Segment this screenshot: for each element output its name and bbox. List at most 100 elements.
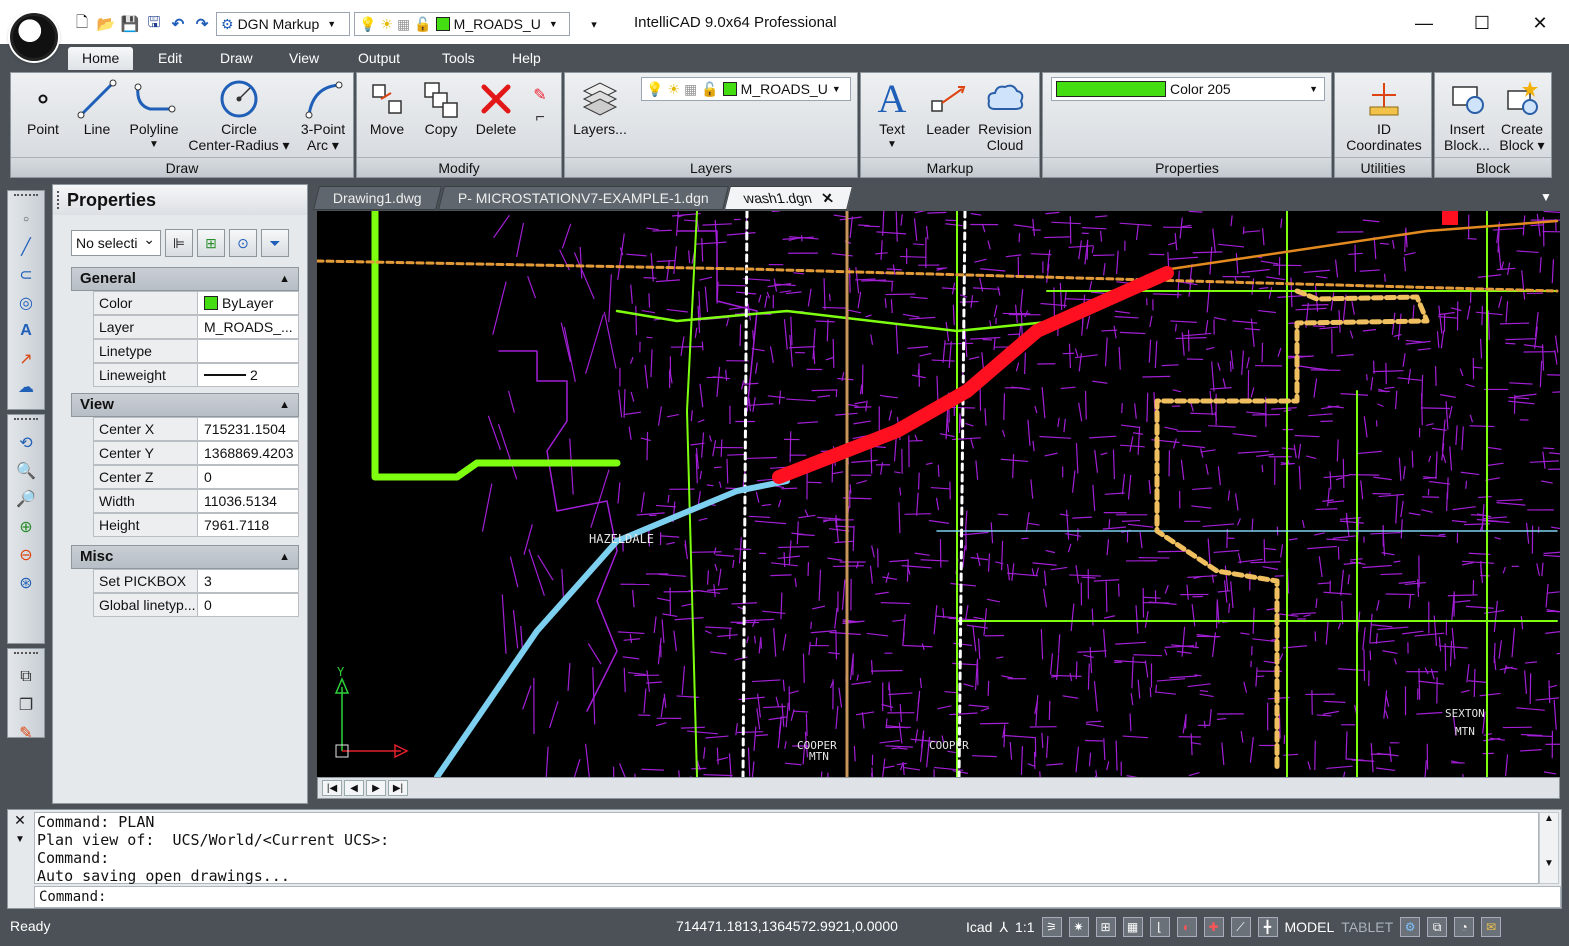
mail-icon[interactable]: ✉	[1481, 917, 1502, 937]
tab-help[interactable]: Help	[498, 47, 555, 70]
id-coordinates-button[interactable]: ID Coordinates	[1339, 77, 1429, 153]
object-snap-icon[interactable]: ✚	[1203, 917, 1224, 937]
doc-tab-microstation[interactable]: P- MICROSTATIONV7-EXAMPLE-1.dgn	[437, 186, 729, 210]
text-button[interactable]: A Text ▼	[871, 77, 913, 153]
open-file-icon[interactable]: 📂	[96, 14, 116, 34]
annotation-visibility-icon[interactable]: ⚞	[1041, 917, 1062, 937]
general-section-header[interactable]: General ▲	[71, 267, 299, 291]
property-row-global-linetype[interactable]: Global linetyp... 0	[93, 593, 299, 617]
zoom-previous-icon[interactable]: 🔎	[8, 485, 44, 513]
quick-select-icon[interactable]: ⊞	[197, 229, 225, 257]
history-scrollbar[interactable]: ▲ ▼	[1539, 812, 1559, 884]
layers-button[interactable]: Layers...	[571, 77, 629, 137]
scroll-down-icon[interactable]: ▼	[1540, 858, 1558, 869]
property-row-center-y[interactable]: Center Y 1368869.4203	[93, 441, 299, 465]
redo-icon[interactable]: ↷	[192, 14, 212, 34]
tab-draw[interactable]: Draw	[206, 47, 267, 70]
property-row-linetype[interactable]: Linetype	[93, 339, 299, 363]
property-row-lineweight[interactable]: Lineweight 2	[93, 363, 299, 387]
zoom-extents-icon[interactable]: ⊛	[8, 569, 44, 597]
undo-icon[interactable]: ↶	[168, 14, 188, 34]
last-layout-icon[interactable]: ▶|	[388, 780, 408, 796]
new-file-icon[interactable]: 🗋	[72, 14, 92, 34]
leader-tool-icon[interactable]: ↗	[8, 345, 44, 373]
tab-view[interactable]: View	[275, 47, 333, 70]
toolbar-grip[interactable]	[14, 418, 38, 426]
polar-tracking-icon[interactable]: ◐	[1176, 917, 1197, 937]
view-section-header[interactable]: View ▲	[71, 393, 299, 417]
first-layout-icon[interactable]: |◀	[322, 780, 342, 796]
doc-tab-wash1[interactable]: wash1.dgn ✕	[724, 186, 854, 210]
move-button[interactable]: Move	[365, 77, 409, 137]
close-button[interactable]: ✕	[1511, 6, 1569, 40]
clock-icon[interactable]: ◔	[1454, 917, 1475, 937]
save-as-icon[interactable]: 🖫	[144, 14, 164, 34]
property-row-color[interactable]: Color ByLayer	[93, 291, 299, 315]
property-row-pickbox[interactable]: Set PICKBOX 3	[93, 569, 299, 593]
erase-tool-icon[interactable]: ✎	[8, 719, 44, 747]
property-row-center-x[interactable]: Center X 715231.1504	[93, 417, 299, 441]
auto-scale-icon[interactable]: ✷	[1068, 917, 1089, 937]
tab-output[interactable]: Output	[344, 47, 414, 70]
filter-icon[interactable]: ⏷	[261, 229, 289, 257]
copy-tool-icon[interactable]: ❐	[8, 691, 44, 719]
toolbar-grip[interactable]	[14, 652, 38, 660]
maximize-button[interactable]: ☐	[1453, 6, 1511, 40]
zoom-in-icon[interactable]: ⊕	[8, 513, 44, 541]
tab-tools[interactable]: Tools	[428, 47, 489, 70]
scroll-up-icon[interactable]: ▲	[1540, 813, 1558, 824]
ortho-icon[interactable]: ⌊	[1149, 917, 1170, 937]
point-tool-icon[interactable]: ○	[8, 205, 44, 233]
previous-layout-icon[interactable]: ◀	[344, 780, 364, 796]
toolbar-grip[interactable]	[14, 194, 38, 202]
close-tab-icon[interactable]: ✕	[819, 187, 836, 210]
zoom-window-icon[interactable]: 🔍	[8, 457, 44, 485]
minimize-button[interactable]: —	[1395, 6, 1453, 40]
delete-button[interactable]: Delete	[471, 77, 521, 137]
customize-qat-icon[interactable]: ▾	[584, 14, 604, 34]
create-block-button[interactable]: Create Block ▾	[1495, 77, 1549, 153]
line-tool-icon[interactable]: ╱	[8, 233, 44, 261]
insert-block-button[interactable]: Insert Block...	[1439, 77, 1495, 153]
app-menu-logo-icon[interactable]	[10, 13, 58, 61]
line-button[interactable]: Line	[77, 77, 117, 137]
window-layout-icon[interactable]: ⧉	[1427, 917, 1448, 937]
point-button[interactable]: Point	[23, 77, 63, 137]
copy-button[interactable]: Copy	[419, 77, 463, 137]
redraw-icon[interactable]: ⟲	[8, 429, 44, 457]
misc-section-header[interactable]: Misc ▲	[71, 545, 299, 569]
move-tool-icon[interactable]: ⧉	[8, 663, 44, 691]
lineweight-display-icon[interactable]: ╋	[1257, 917, 1278, 937]
tab-list-dropdown-icon[interactable]: ▼	[1540, 190, 1552, 204]
tablet-toggle[interactable]: TABLET	[1341, 916, 1393, 938]
leader-button[interactable]: Leader	[923, 77, 973, 137]
tab-edit[interactable]: Edit	[144, 47, 196, 70]
selection-dropdown[interactable]: No selecti	[71, 227, 161, 256]
polyline-button[interactable]: Polyline ▼	[125, 77, 183, 153]
command-bar-options-icon[interactable]: ▼	[8, 830, 32, 850]
zoom-out-icon[interactable]: ⊖	[8, 541, 44, 569]
gear-icon[interactable]: ⚙	[1400, 917, 1421, 937]
color-dropdown[interactable]: Color 205 ▼	[1051, 77, 1325, 101]
annotation-scale[interactable]: 1:1	[1015, 916, 1034, 938]
tab-home[interactable]: Home	[68, 47, 134, 70]
property-row-layer[interactable]: Layer M_ROADS_...	[93, 315, 299, 339]
circle-tool-icon[interactable]: ◎	[8, 289, 44, 317]
three-point-arc-button[interactable]: 3-Point Arc ▾	[293, 77, 353, 153]
annotation-scale-icon[interactable]: ⅄	[999, 916, 1008, 938]
property-row-height[interactable]: Height 7961.7118	[93, 513, 299, 537]
cloud-tool-icon[interactable]: ☁	[8, 373, 44, 401]
workspace-dropdown[interactable]: ⚙ DGN Markup ▼	[216, 12, 350, 36]
polyline-tool-icon[interactable]: ⊂	[8, 261, 44, 289]
next-layout-icon[interactable]: ▶	[366, 780, 386, 796]
current-layer-dropdown[interactable]: 💡 ☀ ▦ 🔓 M_ROADS_U ▼	[641, 77, 851, 101]
object-snap-tracking-icon[interactable]: ⟋	[1230, 917, 1251, 937]
save-icon[interactable]: 💾	[120, 14, 140, 34]
modify-extra-tools[interactable]: ✎ ⌐	[525, 77, 555, 137]
doc-tab-drawing1[interactable]: Drawing1.dwg	[313, 186, 442, 210]
grid-icon[interactable]: ▦	[1122, 917, 1143, 937]
select-objects-icon[interactable]: ⊙	[229, 229, 257, 257]
property-row-center-z[interactable]: Center Z 0	[93, 465, 299, 489]
property-row-width[interactable]: Width 11036.5134	[93, 489, 299, 513]
close-command-bar-icon[interactable]: ✕	[8, 810, 32, 830]
